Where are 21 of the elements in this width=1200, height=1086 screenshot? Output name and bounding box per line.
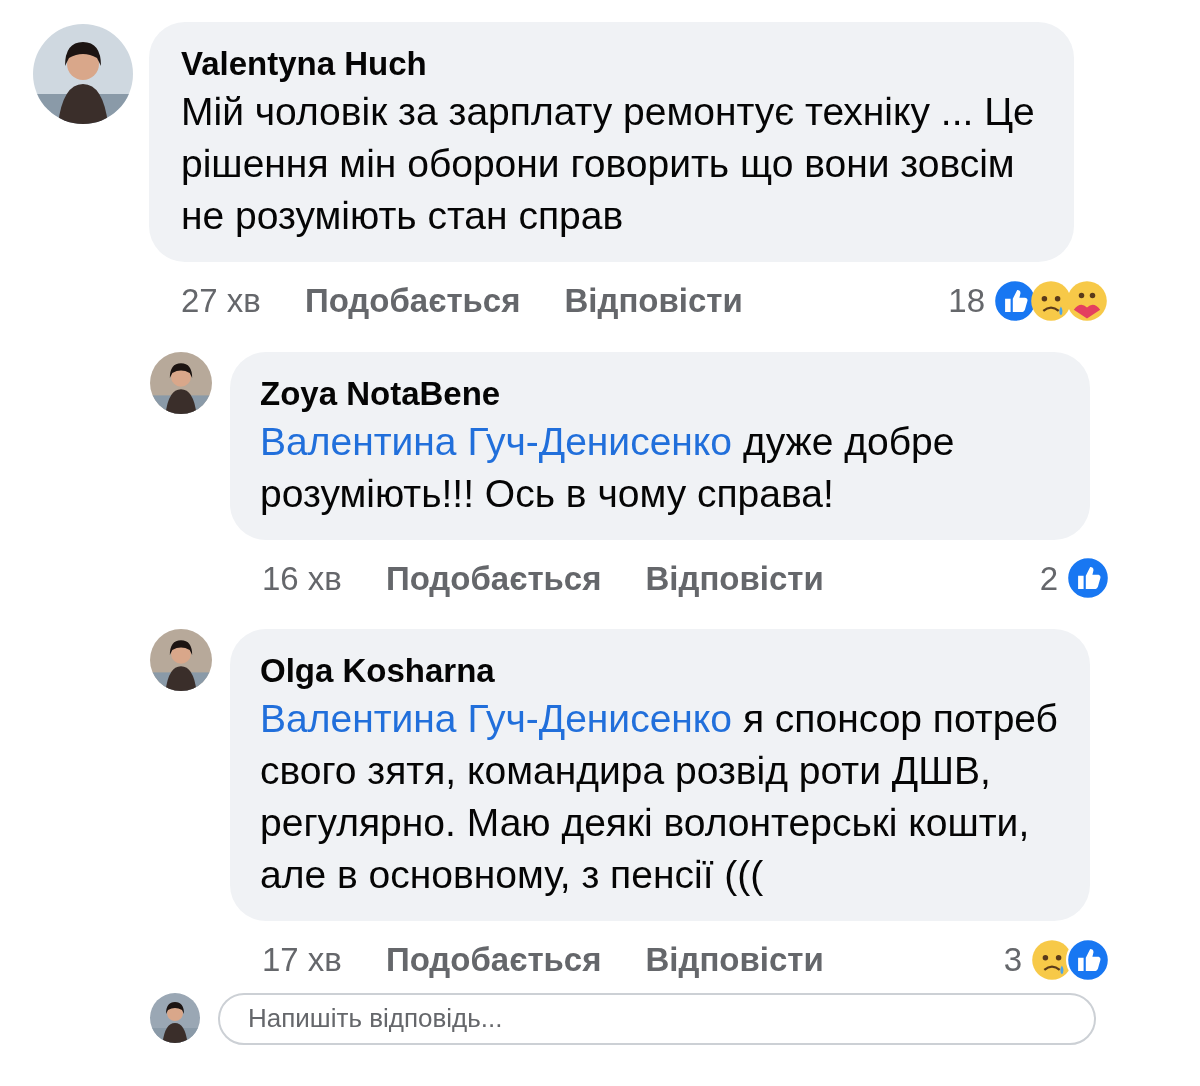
reply-link[interactable]: Відповісти — [564, 276, 743, 326]
reaction-count: 2 — [1039, 558, 1058, 599]
reaction-count: 3 — [1003, 940, 1022, 980]
mention-link[interactable]: Валентина Гуч-Денисенко — [260, 697, 733, 740]
like-link[interactable]: Подобається — [304, 276, 521, 326]
author-name[interactable]: Zoya NotaBene — [260, 371, 1066, 416]
comment-time: 17 хв — [262, 940, 342, 980]
like-link[interactable]: Подобається — [385, 935, 602, 985]
reaction-count: 18 — [948, 281, 985, 321]
comment-text: Валентина Гуч-Денисенко я спонсор потреб свого зятя, командира розвід роти ДШВ, регулярно. Маю деякі волонтерські кошти, але в основному, з пенсії ((( — [260, 696, 1059, 898]
author-name[interactable]: Valentyna Huch — [181, 42, 1050, 86]
comment-text: Валентина Гуч-Денисенко дуже добре розуміють!!! Ось в чому справа! — [260, 418, 956, 517]
comment-time: 16 хв — [262, 558, 342, 599]
comment-text: Мій чоловік за зарплату ремонтує техніку ... Це рішення мін оборони говорить що вони зовсім не розуміють стан справ — [181, 89, 1036, 239]
reply-input-field[interactable]: Напишіть відповідь... — [218, 992, 1096, 1045]
mention-link[interactable]: Валентина Гуч-Денисенко — [260, 419, 733, 463]
reply-link[interactable]: Відповісти — [645, 553, 824, 603]
reply-link[interactable]: Відповісти — [645, 935, 824, 985]
like-link[interactable]: Подобається — [385, 553, 602, 603]
author-name[interactable]: Olga Kosharna — [260, 649, 1066, 693]
comment-time: 27 хв — [181, 281, 261, 321]
